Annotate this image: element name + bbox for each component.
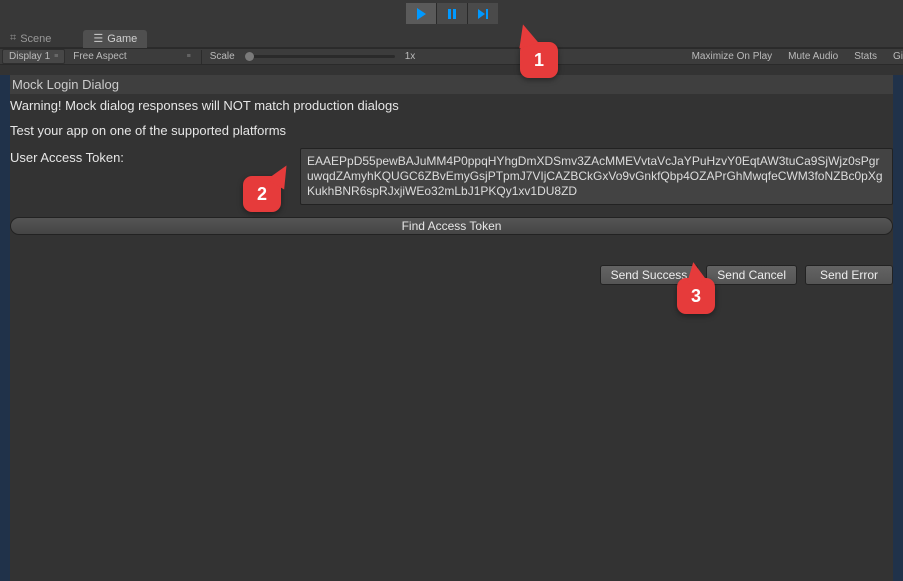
display-label: Display 1 [9,51,50,62]
find-access-token-button[interactable]: Find Access Token [10,217,893,235]
annotation-1: 1 [520,42,558,78]
scale-label: Scale [206,51,239,62]
pillar-left [0,75,10,581]
chevron-down-icon: ≡ [187,53,191,60]
step-icon [476,7,490,21]
separator [201,50,202,64]
mute-toggle[interactable]: Mute Audio [780,51,846,62]
pause-button[interactable] [437,3,467,24]
dialog-subline: Test your app on one of the supported pl… [10,123,893,138]
play-button[interactable] [406,3,436,24]
step-button[interactable] [468,3,498,24]
maximize-toggle[interactable]: Maximize On Play [684,51,781,62]
token-label: User Access Token: [10,148,290,165]
gizmos-toggle[interactable]: Gi [885,51,903,62]
stats-toggle[interactable]: Stats [846,51,885,62]
send-cancel-button[interactable]: Send Cancel [706,265,797,285]
game-toolbar: Display 1 ≡ Free Aspect ≡ Scale 1x Maxim… [0,48,903,65]
pause-icon [445,7,459,21]
annotation-1-label: 1 [534,50,544,71]
tab-scene-label: Scene [20,33,51,45]
annotation-3: 3 [677,278,715,314]
annotation-2: 2 [243,176,281,212]
playback-buttons [406,3,498,24]
aspect-label: Free Aspect [73,51,126,62]
send-error-button[interactable]: Send Error [805,265,893,285]
game-icon: ☰ [93,32,103,45]
tab-scene[interactable]: ⌗ Scene [0,30,61,48]
scene-icon: ⌗ [10,32,16,45]
dialog-warning: Warning! Mock dialog responses will NOT … [10,98,893,113]
pillar-right [893,75,903,581]
playback-bar [0,0,903,27]
tab-game[interactable]: ☰ Game [83,30,147,48]
token-row: User Access Token: EAAEPpD55pewBAJuMM4P0… [10,148,893,205]
game-viewport: Mock Login Dialog Warning! Mock dialog r… [0,65,903,581]
tab-game-label: Game [107,33,137,45]
annotation-2-label: 2 [257,184,267,205]
dialog-title: Mock Login Dialog [10,75,893,94]
annotation-pointer [683,260,706,283]
tab-row: ⌗ Scene ☰ Game [0,30,903,48]
slider-knob[interactable] [245,52,254,61]
aspect-dropdown[interactable]: Free Aspect ≡ [67,49,196,64]
play-icon [414,7,428,21]
scale-value: 1x [401,51,420,62]
scale-slider[interactable] [245,55,395,58]
chevron-down-icon: ≡ [54,53,58,60]
send-row: Send Success Send Cancel Send Error [10,265,893,285]
token-input[interactable]: EAAEPpD55pewBAJuMM4P0ppqHYhgDmXDSmv3ZAcM… [300,148,893,205]
mock-login-dialog: Mock Login Dialog Warning! Mock dialog r… [10,75,893,285]
display-dropdown[interactable]: Display 1 ≡ [2,49,65,64]
annotation-3-label: 3 [691,286,701,307]
